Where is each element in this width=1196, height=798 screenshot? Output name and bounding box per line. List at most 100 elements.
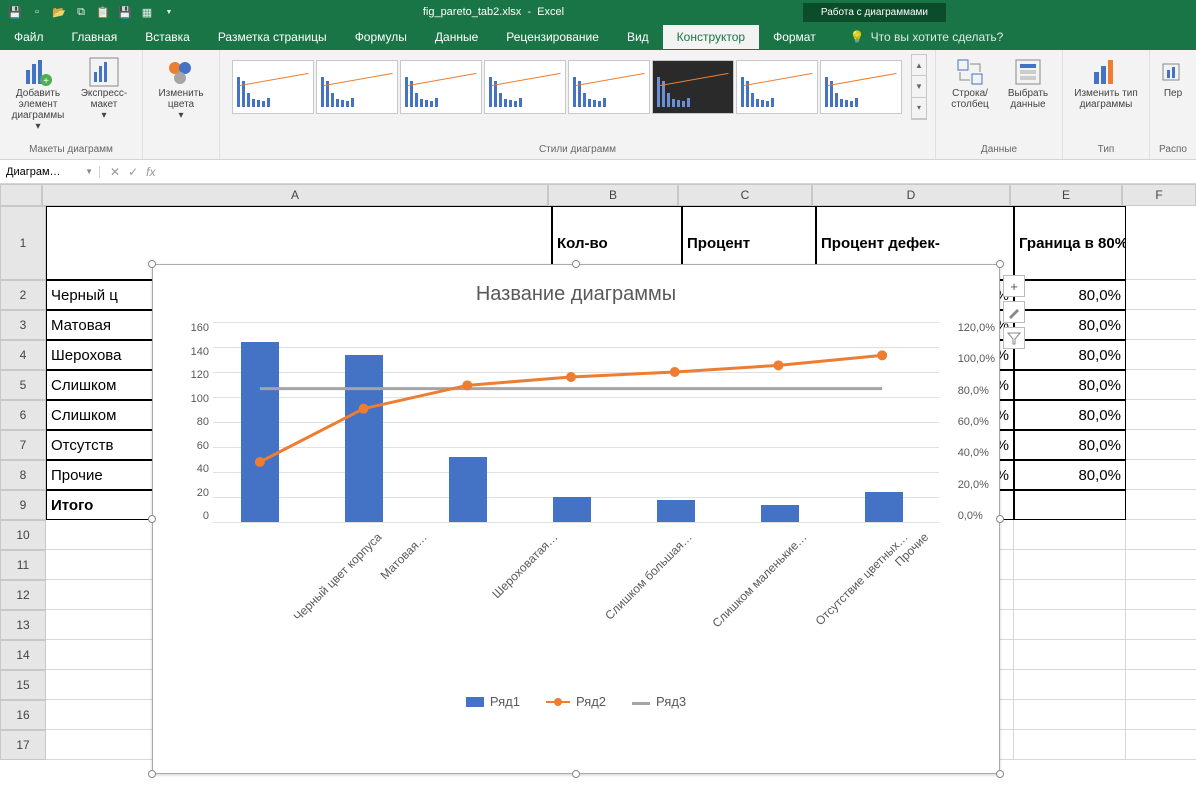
- name-box[interactable]: Диаграм… ▼: [0, 166, 100, 178]
- col-header-B[interactable]: B: [548, 184, 678, 206]
- gallery-up-icon[interactable]: ▲: [912, 55, 926, 76]
- select-data-button[interactable]: Выбрать данные: [1002, 54, 1054, 112]
- row-header-12[interactable]: 12: [0, 580, 46, 610]
- cell[interactable]: [1014, 640, 1126, 670]
- row-header-10[interactable]: 10: [0, 520, 46, 550]
- cell[interactable]: [1126, 430, 1196, 460]
- tab-file[interactable]: Файл: [0, 25, 58, 49]
- change-colors-button[interactable]: Изменить цвета▾: [151, 54, 211, 123]
- save2-icon[interactable]: 💾: [116, 3, 134, 21]
- cell[interactable]: 80,0%: [1014, 310, 1126, 340]
- cell[interactable]: [1014, 580, 1126, 610]
- enter-icon[interactable]: ✓: [128, 165, 138, 179]
- cell[interactable]: [1126, 370, 1196, 400]
- cell[interactable]: [1126, 400, 1196, 430]
- row-header-17[interactable]: 17: [0, 730, 46, 760]
- add-chart-element-button[interactable]: + Добавить элемент диаграммы▾: [8, 54, 68, 134]
- chart-filter-button[interactable]: [1003, 327, 1025, 349]
- qat-dropdown-icon[interactable]: ▼: [160, 3, 178, 21]
- col-header-C[interactable]: C: [678, 184, 812, 206]
- row-header-9[interactable]: 9: [0, 490, 46, 520]
- chart-style-1[interactable]: [232, 60, 314, 114]
- row-header-14[interactable]: 14: [0, 640, 46, 670]
- cell[interactable]: 80,0%: [1014, 280, 1126, 310]
- cell[interactable]: [1126, 460, 1196, 490]
- cell[interactable]: [1126, 310, 1196, 340]
- cell[interactable]: [1014, 550, 1126, 580]
- open-icon[interactable]: 📂: [50, 3, 68, 21]
- cell[interactable]: [1126, 580, 1196, 610]
- chart-legend[interactable]: Ряд1 Ряд2 Ряд3: [153, 694, 999, 709]
- switch-row-column-button[interactable]: Строка/столбец: [944, 54, 996, 112]
- row-header-11[interactable]: 11: [0, 550, 46, 580]
- cell[interactable]: [1014, 490, 1126, 520]
- cell[interactable]: [1014, 520, 1126, 550]
- cell[interactable]: [1014, 730, 1126, 760]
- chart-title[interactable]: Название диаграммы: [153, 265, 999, 312]
- cell[interactable]: [1126, 670, 1196, 700]
- cell[interactable]: [1126, 206, 1196, 280]
- gallery-down-icon[interactable]: ▼: [912, 76, 926, 97]
- cell[interactable]: [1126, 280, 1196, 310]
- chart-plot-area[interactable]: 160140120100806040200 120,0%100,0%80,0%6…: [213, 322, 939, 522]
- chart-styles-button[interactable]: [1003, 301, 1025, 323]
- cell[interactable]: 80,0%: [1014, 430, 1126, 460]
- cancel-icon[interactable]: ✕: [110, 165, 120, 179]
- paste-icon[interactable]: 📋: [94, 3, 112, 21]
- save-icon[interactable]: 💾: [6, 3, 24, 21]
- cell[interactable]: [1126, 340, 1196, 370]
- move-chart-button[interactable]: Пер: [1158, 54, 1188, 101]
- row-header-2[interactable]: 2: [0, 280, 46, 310]
- cell[interactable]: [1126, 730, 1196, 760]
- select-all-corner[interactable]: [0, 184, 42, 206]
- cell[interactable]: [1014, 700, 1126, 730]
- row-header-1[interactable]: 1: [0, 206, 46, 280]
- tab-formulas[interactable]: Формулы: [341, 25, 421, 49]
- cell[interactable]: 80,0%: [1014, 460, 1126, 490]
- cell[interactable]: Граница в 80%: [1014, 206, 1126, 280]
- change-chart-type-button[interactable]: Изменить тип диаграммы: [1071, 54, 1141, 112]
- tab-insert[interactable]: Вставка: [131, 25, 204, 49]
- tab-home[interactable]: Главная: [58, 25, 132, 49]
- tab-view[interactable]: Вид: [613, 25, 663, 49]
- chart-style-6[interactable]: [652, 60, 734, 114]
- name-box-dropdown-icon[interactable]: ▼: [85, 167, 93, 176]
- row-header-7[interactable]: 7: [0, 430, 46, 460]
- tab-review[interactable]: Рецензирование: [492, 25, 613, 49]
- new-icon[interactable]: ▫: [28, 3, 46, 21]
- cell[interactable]: 80,0%: [1014, 340, 1126, 370]
- chart-elements-button[interactable]: +: [1003, 275, 1025, 297]
- chart-style-3[interactable]: [400, 60, 482, 114]
- chart-style-7[interactable]: [736, 60, 818, 114]
- tell-me-search[interactable]: 💡 Что вы хотите сделать?: [850, 30, 1004, 44]
- cell[interactable]: [1126, 640, 1196, 670]
- tab-format[interactable]: Формат: [759, 25, 830, 49]
- col-header-A[interactable]: A: [42, 184, 548, 206]
- copy-icon[interactable]: ⧉: [72, 3, 90, 21]
- chart-style-4[interactable]: [484, 60, 566, 114]
- tab-data[interactable]: Данные: [421, 25, 492, 49]
- chart-style-8[interactable]: [820, 60, 902, 114]
- cell[interactable]: [1126, 550, 1196, 580]
- row-header-6[interactable]: 6: [0, 400, 46, 430]
- gallery-more-icon[interactable]: ▾: [912, 98, 926, 119]
- tab-page-layout[interactable]: Разметка страницы: [204, 25, 341, 49]
- row-header-16[interactable]: 16: [0, 700, 46, 730]
- cell[interactable]: [1126, 520, 1196, 550]
- cell[interactable]: [1014, 670, 1126, 700]
- row-header-13[interactable]: 13: [0, 610, 46, 640]
- cell[interactable]: 80,0%: [1014, 370, 1126, 400]
- quick-layout-button[interactable]: Экспресс-макет▾: [74, 54, 134, 134]
- cell[interactable]: [1126, 610, 1196, 640]
- cell[interactable]: [1126, 490, 1196, 520]
- chart-style-2[interactable]: [316, 60, 398, 114]
- chart-object[interactable]: + Название диаграммы 1601401201008060402…: [152, 264, 1000, 774]
- col-header-F[interactable]: F: [1122, 184, 1196, 206]
- row-header-3[interactable]: 3: [0, 310, 46, 340]
- cell[interactable]: 80,0%: [1014, 400, 1126, 430]
- row-header-4[interactable]: 4: [0, 340, 46, 370]
- table-icon[interactable]: ▦: [138, 3, 156, 21]
- col-header-E[interactable]: E: [1010, 184, 1122, 206]
- row-header-15[interactable]: 15: [0, 670, 46, 700]
- fx-icon[interactable]: fx: [146, 165, 155, 179]
